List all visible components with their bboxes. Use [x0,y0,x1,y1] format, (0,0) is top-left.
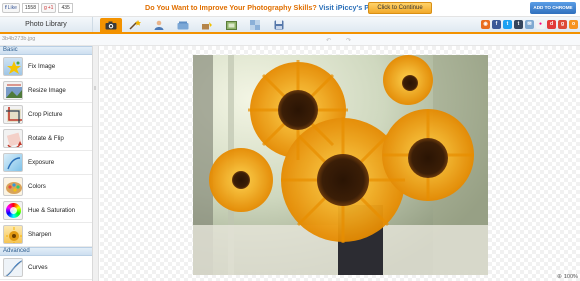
sidebar-item-label: Exposure [28,159,55,166]
sidebar-scrollbar[interactable] [93,46,99,281]
portrait-tool[interactable] [148,18,170,32]
add-to-chrome-button[interactable]: ADD TO CHROME [530,2,576,14]
plus-count: 435 [58,3,73,13]
layers-icon [177,21,189,29]
edited-photo[interactable] [193,55,488,275]
sidebar-collapse-handle[interactable]: ‖ [94,86,96,92]
layers-tool[interactable] [172,18,194,32]
facebook-like-button[interactable]: f Like [2,3,20,13]
sidebar-item-colors[interactable]: Colors [0,175,92,199]
rotate-flip-icon [3,129,23,148]
google-icon[interactable]: g [558,20,567,29]
share-icons: ◉ f t t ✉ ● d g o [481,20,578,29]
like-label: Like [7,5,17,11]
sidebar-item-label: Hue & Saturation [28,207,76,214]
sub-toolbar: 3b4b273b.jpg ↶ ↷ [0,34,580,46]
sidebar-item-crop-picture[interactable]: Crop Picture [0,103,92,127]
sharpen-icon [3,225,23,244]
sidebar-item-label: Curves [28,264,48,271]
sidebar-item-resize-image[interactable]: Resize Image [0,79,92,103]
zoom-level: 100% [563,274,578,280]
camera-icon [105,21,117,30]
texture-icon [250,20,260,30]
mail-icon[interactable]: ✉ [525,20,534,29]
colors-icon [3,177,23,196]
rss-icon[interactable]: ◉ [481,20,490,29]
sidebar-item-label: Fix Image [28,63,56,70]
paint-bucket-icon [202,22,212,30]
frame-icon [225,20,237,30]
tumblr-icon[interactable]: t [514,20,523,29]
main-toolbar: Photo Library ◉ f t t ✉ ● d g o [0,17,580,34]
promo-question: Do You Want to Improve Your Photography … [145,3,317,12]
twitter-icon[interactable]: t [503,20,512,29]
resize-image-icon [3,81,23,100]
plus-label: +1 [47,5,54,11]
like-count: 1558 [21,3,39,13]
hue-saturation-icon [3,201,23,220]
paint-bucket-tool[interactable] [196,18,218,32]
portrait-icon [154,20,164,30]
redo-button[interactable]: ↷ [346,37,351,44]
facebook-icon: f [5,5,7,11]
google-plus-button[interactable]: g +1 [40,3,57,13]
sidebar-item-label: Rotate & Flip [28,135,64,142]
google-plus-icon: g [43,5,47,11]
sidebar-item-exposure[interactable]: Exposure [0,151,92,175]
tools-sidebar: Basic Fix Image Resize Image Crop Pictur… [0,46,93,281]
camera-tool[interactable] [100,18,122,33]
section-basic[interactable]: Basic [0,46,92,55]
save-icon [274,20,284,30]
zoom-icon[interactable]: ⊕ [557,273,562,280]
digg-icon[interactable]: d [547,20,556,29]
file-name: 3b4b273b.jpg [2,36,36,42]
sidebar-item-rotate-flip[interactable]: Rotate & Flip [0,127,92,151]
undo-button[interactable]: ↶ [326,37,331,44]
exposure-icon [3,153,23,172]
sidebar-item-curves[interactable]: Curves [0,256,92,280]
facebook-icon[interactable]: f [492,20,501,29]
frame-tool[interactable] [220,18,242,32]
texture-tool[interactable] [244,18,266,32]
curves-icon [3,258,23,277]
sidebar-item-fix-image[interactable]: Fix Image [0,55,92,79]
sidebar-item-label: Colors [28,183,46,190]
sidebar-item-label: Crop Picture [28,111,63,118]
ok-icon[interactable]: o [569,20,578,29]
magic-wand-tool[interactable] [124,18,146,32]
continue-button[interactable]: Click to Continue [368,2,432,14]
magic-wand-icon [129,20,141,30]
top-promo-bar: f Like 1558 g +1 435 Do You Want to Impr… [0,0,580,17]
photo-library-tab[interactable]: Photo Library [0,17,93,32]
flickr-icon[interactable]: ● [536,20,545,29]
sidebar-item-label: Sharpen [28,231,52,238]
sidebar-item-sharpen[interactable]: Sharpen [0,223,92,247]
section-advanced[interactable]: Advanced [0,247,92,256]
sidebar-item-label: Resize Image [28,87,66,94]
crop-picture-icon [3,105,23,124]
social-buttons: f Like 1558 g +1 435 [2,3,73,13]
fix-image-icon [3,57,23,76]
sidebar-item-hue-saturation[interactable]: Hue & Saturation [0,199,92,223]
save-tool[interactable] [268,18,290,32]
